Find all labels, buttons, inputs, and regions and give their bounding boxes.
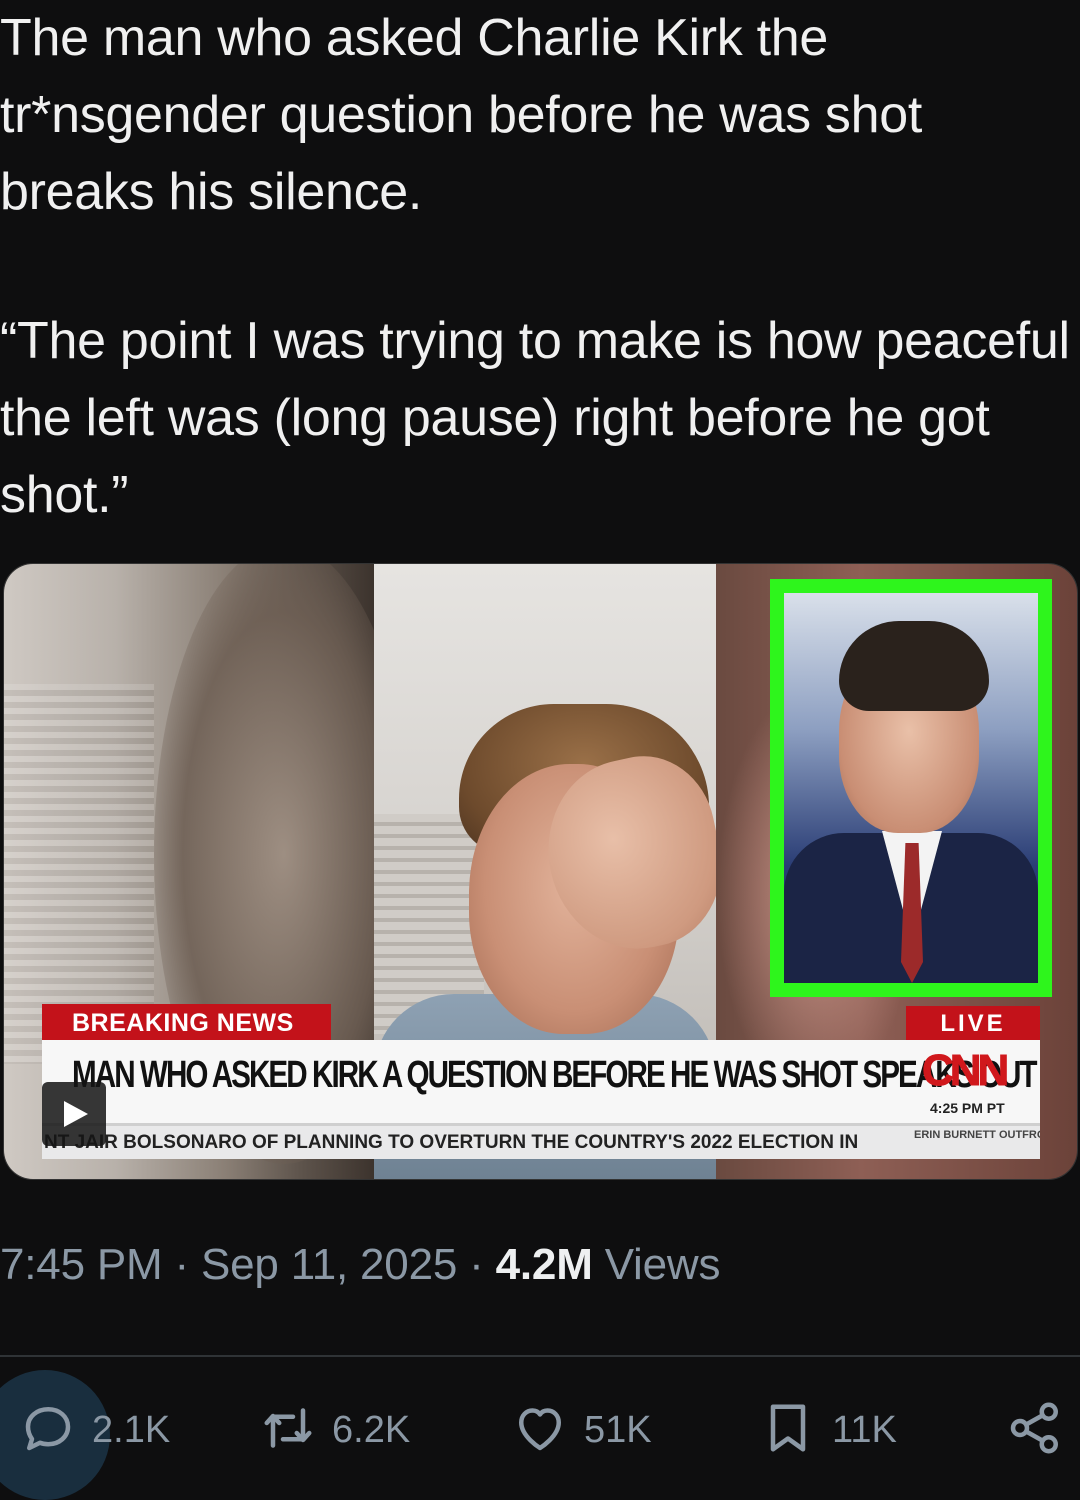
reply-button[interactable]: 2.1K — [18, 1395, 170, 1465]
meta-separator: · — [174, 1240, 190, 1289]
post-paragraph-1: The man who asked Charlie Kirk the tr*ns… — [0, 9, 923, 221]
live-badge: LIVE — [906, 1006, 1040, 1040]
news-ticker: NT JAIR BOLSONARO OF PLANNING TO OVERTUR… — [42, 1126, 1040, 1159]
breaking-news-label: BREAKING NEWS — [42, 1004, 331, 1040]
inset-portrait — [770, 579, 1052, 997]
post-meta: 7:45 PM · Sep 11, 2025 · 4.2M Views — [0, 1240, 720, 1290]
heart-icon — [510, 1398, 570, 1463]
play-icon[interactable] — [42, 1082, 106, 1146]
post-paragraph-2: “The point I was trying to make is how p… — [0, 312, 1070, 524]
show-name: ERIN BURNETT OUTFRONT — [914, 1129, 1040, 1141]
repost-icon — [258, 1398, 318, 1463]
post-time: 7:45 PM — [0, 1240, 163, 1289]
reply-count: 2.1K — [92, 1408, 171, 1451]
cnn-logo: CNN — [922, 1046, 1010, 1096]
video-player[interactable]: BREAKING NEWS LIVE MAN WHO ASKED KIRK A … — [3, 563, 1078, 1180]
repost-count: 6.2K — [332, 1408, 411, 1451]
share-button[interactable] — [1005, 1395, 1065, 1465]
ticker-text: NT JAIR BOLSONARO OF PLANNING TO OVERTUR… — [44, 1132, 859, 1153]
post-text: The man who asked Charlie Kirk the tr*ns… — [0, 0, 1080, 534]
like-button[interactable]: 51K — [510, 1395, 652, 1465]
reply-icon — [18, 1398, 78, 1463]
repost-button[interactable]: 6.2K — [258, 1395, 410, 1465]
share-icon — [1005, 1398, 1065, 1463]
meta-separator: · — [469, 1240, 484, 1289]
headline-bar: MAN WHO ASKED KIRK A QUESTION BEFORE HE … — [42, 1040, 1040, 1126]
views-count: 4.2M — [495, 1240, 593, 1289]
divider — [0, 1355, 1080, 1357]
news-headline: MAN WHO ASKED KIRK A QUESTION BEFORE HE … — [72, 1054, 1038, 1096]
action-bar: 2.1K 6.2K 51K 11K — [0, 1370, 1080, 1500]
broadcast-time: 4:25 PM PT — [930, 1100, 1005, 1116]
bookmark-icon — [758, 1398, 818, 1463]
like-count: 51K — [584, 1408, 652, 1451]
bookmark-count: 11K — [832, 1408, 897, 1451]
views-label: Views — [604, 1240, 721, 1289]
news-lower-third: BREAKING NEWS LIVE MAN WHO ASKED KIRK A … — [4, 1004, 1077, 1179]
bookmark-button[interactable]: 11K — [758, 1395, 897, 1465]
post-date: Sep 11, 2025 — [200, 1240, 458, 1289]
